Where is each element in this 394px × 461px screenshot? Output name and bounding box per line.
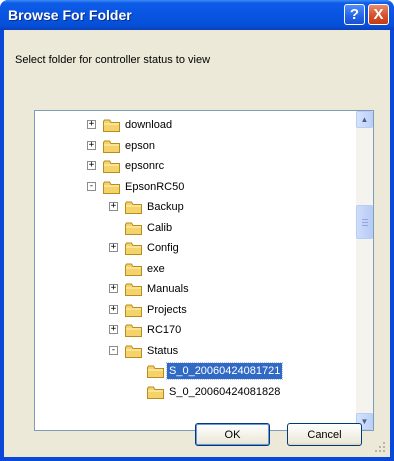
- collapse-icon[interactable]: -: [109, 345, 118, 355]
- vertical-scrollbar[interactable]: ▲ ▼: [356, 111, 373, 430]
- tree-item[interactable]: Calib: [35, 218, 353, 238]
- expand-icon[interactable]: +: [109, 325, 118, 334]
- help-button[interactable]: ?: [344, 4, 365, 25]
- folder-icon: [125, 201, 142, 214]
- close-button[interactable]: X: [368, 4, 389, 25]
- folder-icon: [125, 324, 142, 337]
- expand-icon[interactable]: +: [109, 202, 118, 211]
- tree-item[interactable]: S_0_20060424081721: [35, 361, 353, 381]
- tree-item[interactable]: + Backup: [35, 197, 353, 217]
- expand-icon[interactable]: +: [109, 284, 118, 293]
- cancel-button[interactable]: Cancel: [287, 423, 362, 446]
- folder-icon: [103, 160, 120, 173]
- expand-icon[interactable]: +: [109, 304, 118, 314]
- tree-item-label: exe: [147, 262, 165, 275]
- expand-icon[interactable]: +: [87, 161, 96, 170]
- ok-button[interactable]: OK: [195, 423, 270, 446]
- folder-icon: [103, 140, 120, 153]
- folder-icon: [103, 119, 120, 132]
- scroll-up-button[interactable]: ▲: [356, 111, 373, 128]
- dialog-description: Select folder for controller status to v…: [15, 54, 211, 66]
- dialog-body: Select folder for controller status to v…: [4, 30, 390, 457]
- tree-item[interactable]: + Manuals: [35, 279, 353, 299]
- tree-item-label: S_0_20060424081721: [165, 362, 284, 380]
- scroll-thumb[interactable]: [356, 205, 373, 239]
- browse-for-folder-dialog: Browse For Folder ? X Select folder for …: [0, 0, 394, 461]
- expand-icon[interactable]: +: [87, 140, 96, 150]
- tree-item-label: download: [125, 119, 173, 131]
- folder-tree[interactable]: + download + epson + epsonrc - EpsonRC50 + Backup…: [34, 110, 374, 431]
- folder-icon: [125, 222, 142, 235]
- collapse-icon[interactable]: -: [87, 181, 96, 191]
- tree-item-label: EpsonRC50: [125, 180, 185, 193]
- tree-item[interactable]: - Status: [35, 341, 353, 361]
- tree-item-label: epson: [125, 139, 155, 152]
- tree-item[interactable]: S_0_20060424081828: [35, 382, 353, 402]
- folder-icon: [147, 386, 164, 399]
- tree-item[interactable]: + RC170: [35, 320, 353, 340]
- tree-item[interactable]: + epson: [35, 136, 353, 156]
- folder-icon: [147, 365, 164, 378]
- title-bar[interactable]: Browse For Folder ? X: [0, 0, 394, 30]
- tree-item-label: Calib: [147, 221, 173, 234]
- tree-item-label: Backup: [147, 201, 184, 213]
- folder-icon: [125, 283, 142, 296]
- size-grip-icon[interactable]: [374, 441, 386, 453]
- expand-icon[interactable]: +: [87, 120, 96, 129]
- tree-item-label: S_0_20060424081828: [169, 385, 281, 398]
- folder-icon: [125, 263, 142, 276]
- tree-item-label: Projects: [147, 303, 187, 316]
- tree-item[interactable]: + Config: [35, 238, 353, 258]
- tree-item[interactable]: - EpsonRC50: [35, 177, 353, 197]
- folder-icon: [103, 181, 120, 194]
- tree-item-label: Status: [147, 344, 179, 357]
- expand-icon[interactable]: +: [109, 243, 118, 252]
- tree-item-label: Manuals: [147, 283, 189, 295]
- grip-line: [362, 222, 368, 223]
- grip-line: [362, 219, 368, 220]
- tree-item[interactable]: exe: [35, 259, 353, 279]
- folder-icon: [125, 242, 142, 255]
- folder-icon: [125, 345, 142, 358]
- tree-item[interactable]: + download: [35, 115, 353, 135]
- tree-item[interactable]: + Projects: [35, 300, 353, 320]
- tree-item-label: epsonrc: [125, 160, 165, 172]
- tree-item-label: RC170: [147, 324, 182, 336]
- window-title: Browse For Folder: [8, 7, 132, 23]
- tree-item-label: Config: [147, 242, 179, 254]
- grip-line: [362, 225, 368, 226]
- folder-icon: [125, 304, 142, 317]
- tree-item[interactable]: + epsonrc: [35, 156, 353, 176]
